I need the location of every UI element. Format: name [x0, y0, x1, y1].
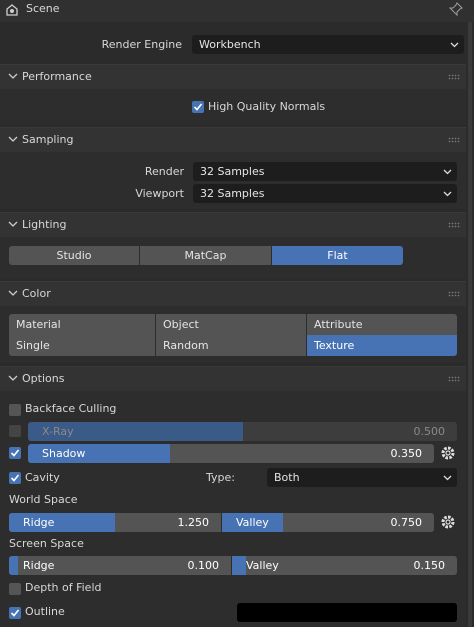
screen-valley-value: 0.150 [413, 559, 446, 572]
drag-handle-icon[interactable] [448, 74, 460, 80]
lighting-option-matcap[interactable]: MatCap [140, 246, 271, 265]
performance-panel: Performance High Quality Normals [0, 64, 466, 124]
cavity-type-label: Type: [206, 471, 235, 484]
outline-label: Outline [25, 605, 65, 618]
color-header[interactable]: Color [0, 282, 466, 306]
screen-valley-slider-fill [232, 556, 246, 575]
chevron-down-icon [443, 169, 452, 175]
lighting-panel: Lighting Studio MatCap Flat [0, 212, 466, 278]
chevron-down-icon [450, 42, 459, 48]
shadow-slider[interactable]: Shadow 0.350 [28, 444, 434, 463]
screen-ridge-value: 0.100 [187, 559, 220, 572]
outline-color-swatch[interactable] [237, 603, 457, 622]
screen-valley-slider[interactable]: Valley 0.150 [232, 556, 457, 575]
screen-ridge-slider-fill [9, 556, 18, 575]
cavity-checkbox[interactable] [9, 472, 21, 484]
cavity-type-dropdown[interactable]: Both [267, 468, 457, 487]
scene-icon [5, 3, 19, 17]
pin-icon[interactable] [448, 2, 463, 17]
cavity-type-value: Both [274, 471, 300, 484]
color-option-single[interactable]: Single [9, 335, 155, 356]
color-option-random[interactable]: Random [156, 335, 306, 356]
header-title: Scene [26, 2, 60, 15]
color-option-object[interactable]: Object [156, 314, 306, 335]
high-quality-normals-label: High Quality Normals [208, 100, 326, 113]
options-panel: Options Backface Culling X-Ray 0.500 Sha… [0, 366, 466, 627]
world-ridge-slider[interactable]: Ridge 1.250 [9, 513, 221, 532]
cavity-settings-gear-icon[interactable] [439, 513, 457, 531]
drag-handle-icon[interactable] [448, 137, 460, 143]
lighting-option-flat[interactable]: Flat [272, 246, 403, 265]
backface-culling-checkbox[interactable] [9, 404, 21, 416]
chevron-down-icon [8, 375, 18, 381]
world-valley-slider[interactable]: Valley 0.750 [222, 513, 434, 532]
world-valley-value: 0.750 [390, 516, 423, 529]
render-samples-value: 32 Samples [200, 165, 265, 178]
chevron-down-icon [8, 221, 18, 227]
screen-ridge-label: Ridge [23, 559, 55, 572]
shadow-value: 0.350 [390, 447, 423, 460]
outline-checkbox[interactable] [9, 607, 21, 619]
viewport-samples-label: Viewport [135, 187, 184, 200]
sampling-header[interactable]: Sampling [0, 128, 466, 152]
screen-space-label: Screen Space [9, 537, 84, 550]
render-samples-label: Render [144, 165, 184, 178]
chevron-down-icon [8, 290, 18, 296]
drag-handle-icon[interactable] [448, 376, 460, 382]
high-quality-normals-checkbox[interactable] [192, 101, 204, 113]
chevron-down-icon [443, 191, 452, 197]
properties-header: Scene [0, 0, 474, 22]
world-ridge-value: 1.250 [177, 516, 210, 529]
render-engine-value: Workbench [199, 38, 261, 51]
lighting-header[interactable]: Lighting [0, 213, 466, 237]
lighting-option-studio[interactable]: Studio [9, 246, 139, 265]
chevron-down-icon [443, 475, 452, 481]
viewport-samples-value: 32 Samples [200, 187, 265, 200]
xray-value: 0.500 [413, 425, 446, 438]
scrollbar[interactable] [468, 22, 472, 627]
performance-title: Performance [22, 70, 92, 83]
shadow-label: Shadow [42, 447, 86, 460]
performance-header[interactable]: Performance [0, 65, 466, 89]
world-space-label: World Space [9, 493, 78, 506]
cavity-label: Cavity [25, 471, 60, 484]
options-title: Options [22, 372, 65, 385]
color-panel: Color Material Object Attribute Single R… [0, 281, 466, 363]
drag-handle-icon[interactable] [448, 291, 460, 297]
world-ridge-label: Ridge [23, 516, 55, 529]
lighting-title: Lighting [22, 218, 67, 231]
options-header[interactable]: Options [0, 367, 466, 391]
backface-culling-label: Backface Culling [25, 402, 117, 415]
color-option-texture[interactable]: Texture [307, 335, 457, 356]
depth-of-field-label: Depth of Field [25, 581, 102, 594]
color-option-material[interactable]: Material [9, 314, 155, 335]
shadow-settings-gear-icon[interactable] [439, 444, 457, 462]
world-valley-label: Valley [236, 516, 269, 529]
screen-ridge-slider[interactable]: Ridge 0.100 [9, 556, 231, 575]
color-option-attribute[interactable]: Attribute [307, 314, 457, 335]
sampling-title: Sampling [22, 133, 74, 146]
render-engine-label: Render Engine [101, 38, 182, 51]
chevron-down-icon [8, 73, 18, 79]
drag-handle-icon[interactable] [448, 222, 460, 228]
xray-slider[interactable]: X-Ray 0.500 [28, 422, 457, 441]
chevron-down-icon [8, 136, 18, 142]
xray-label: X-Ray [42, 425, 74, 438]
screen-valley-label: Valley [246, 559, 279, 572]
sampling-panel: Sampling Render 32 Samples Viewport 32 S… [0, 127, 466, 209]
shadow-checkbox[interactable] [9, 447, 21, 459]
render-samples-dropdown[interactable]: 32 Samples [193, 162, 457, 181]
xray-checkbox[interactable] [9, 425, 21, 437]
render-engine-dropdown[interactable]: Workbench [192, 35, 464, 54]
viewport-samples-dropdown[interactable]: 32 Samples [193, 184, 457, 203]
color-title: Color [22, 287, 51, 300]
depth-of-field-checkbox[interactable] [9, 583, 21, 595]
